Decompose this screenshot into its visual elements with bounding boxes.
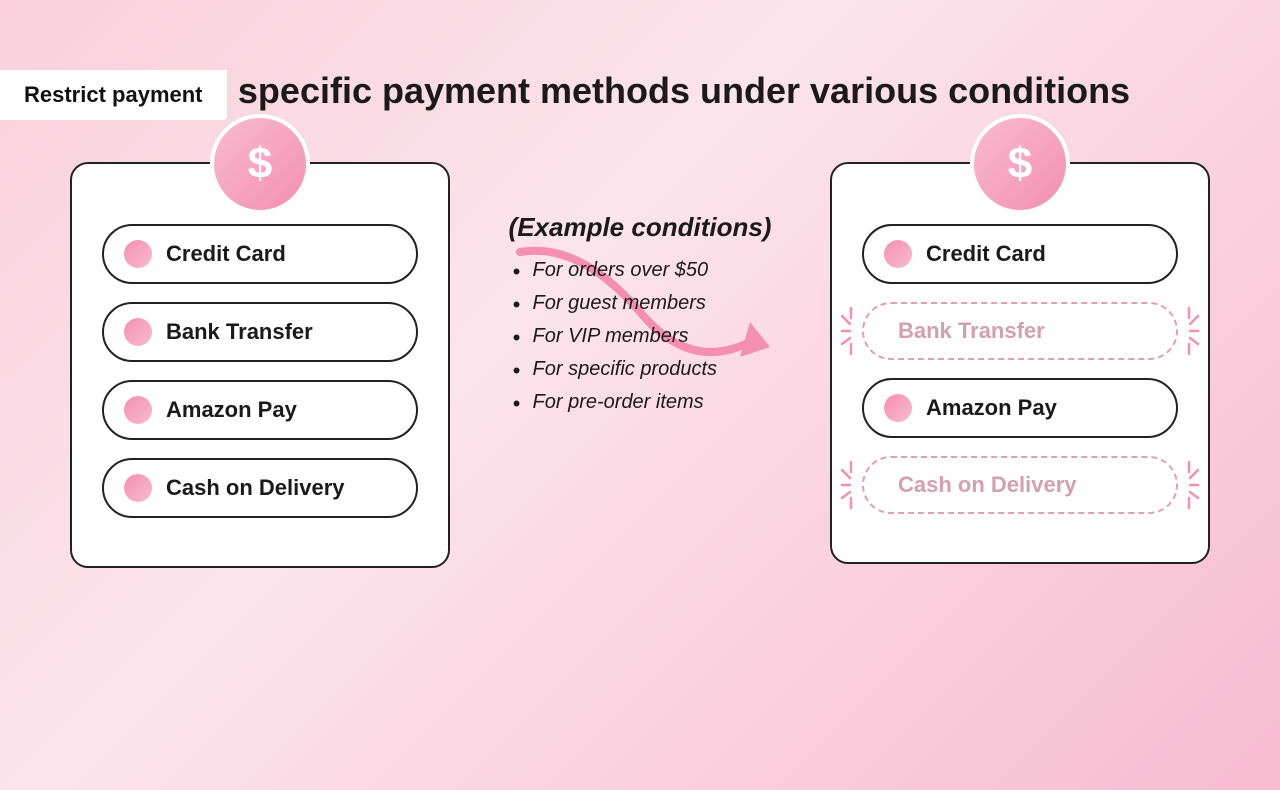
bank-transfer-left-btn[interactable]: Bank Transfer [102,302,418,362]
amazon-pay-right-label: Amazon Pay [926,395,1057,421]
cash-on-delivery-left-dot [124,474,152,502]
cash-on-delivery-right-label: Cash on Delivery [898,472,1077,498]
burst-left-icon [840,306,862,356]
bank-transfer-left-label: Bank Transfer [166,319,313,345]
burst-right-icon [1178,306,1200,356]
condition-item-5: For pre-order items [509,391,772,414]
cash-on-delivery-right-btn: Cash on Delivery [862,456,1178,514]
condition-item-4: For specific products [509,358,772,381]
cash-on-delivery-left-label: Cash on Delivery [166,475,345,501]
credit-card-left-label: Credit Card [166,241,286,267]
content-wrapper: $ Credit Card Bank Transfer Amazon Pay C… [0,112,1280,568]
conditions-list: For orders over $50 For guest members Fo… [509,259,772,414]
bank-transfer-left-dot [124,318,152,346]
cash-on-delivery-right-container: Cash on Delivery [862,456,1178,514]
conditions-box: (Example conditions) For orders over $50… [489,212,792,424]
condition-item-2: For guest members [509,292,772,315]
middle-area: (Example conditions) For orders over $50… [450,112,830,424]
bank-transfer-right-container: Bank Transfer [862,302,1178,360]
amazon-pay-left-btn[interactable]: Amazon Pay [102,380,418,440]
burst-left-2-icon [840,460,862,510]
conditions-title: (Example conditions) [509,212,772,243]
amazon-pay-left-label: Amazon Pay [166,397,297,423]
amazon-pay-right-dot [884,394,912,422]
left-panel-icon: $ [210,114,310,214]
left-panel: $ Credit Card Bank Transfer Amazon Pay C… [70,162,450,568]
cash-on-delivery-left-btn[interactable]: Cash on Delivery [102,458,418,518]
dollar-icon-right: $ [1008,142,1032,186]
condition-item-3: For VIP members [509,325,772,348]
amazon-pay-right-btn[interactable]: Amazon Pay [862,378,1178,438]
credit-card-right-btn[interactable]: Credit Card [862,224,1178,284]
credit-card-left-dot [124,240,152,268]
title-bar-text: Restrict payment [24,82,203,107]
bank-transfer-right-label: Bank Transfer [898,318,1045,344]
bank-transfer-right-btn: Bank Transfer [862,302,1178,360]
amazon-pay-left-dot [124,396,152,424]
burst-right-2-icon [1178,460,1200,510]
right-panel-icon: $ [970,114,1070,214]
condition-item-1: For orders over $50 [509,259,772,282]
dollar-icon-left: $ [248,142,272,186]
credit-card-right-dot [884,240,912,268]
credit-card-right-label: Credit Card [926,241,1046,267]
credit-card-left-btn[interactable]: Credit Card [102,224,418,284]
right-panel: $ Credit Card Bank Transfer [830,162,1210,564]
